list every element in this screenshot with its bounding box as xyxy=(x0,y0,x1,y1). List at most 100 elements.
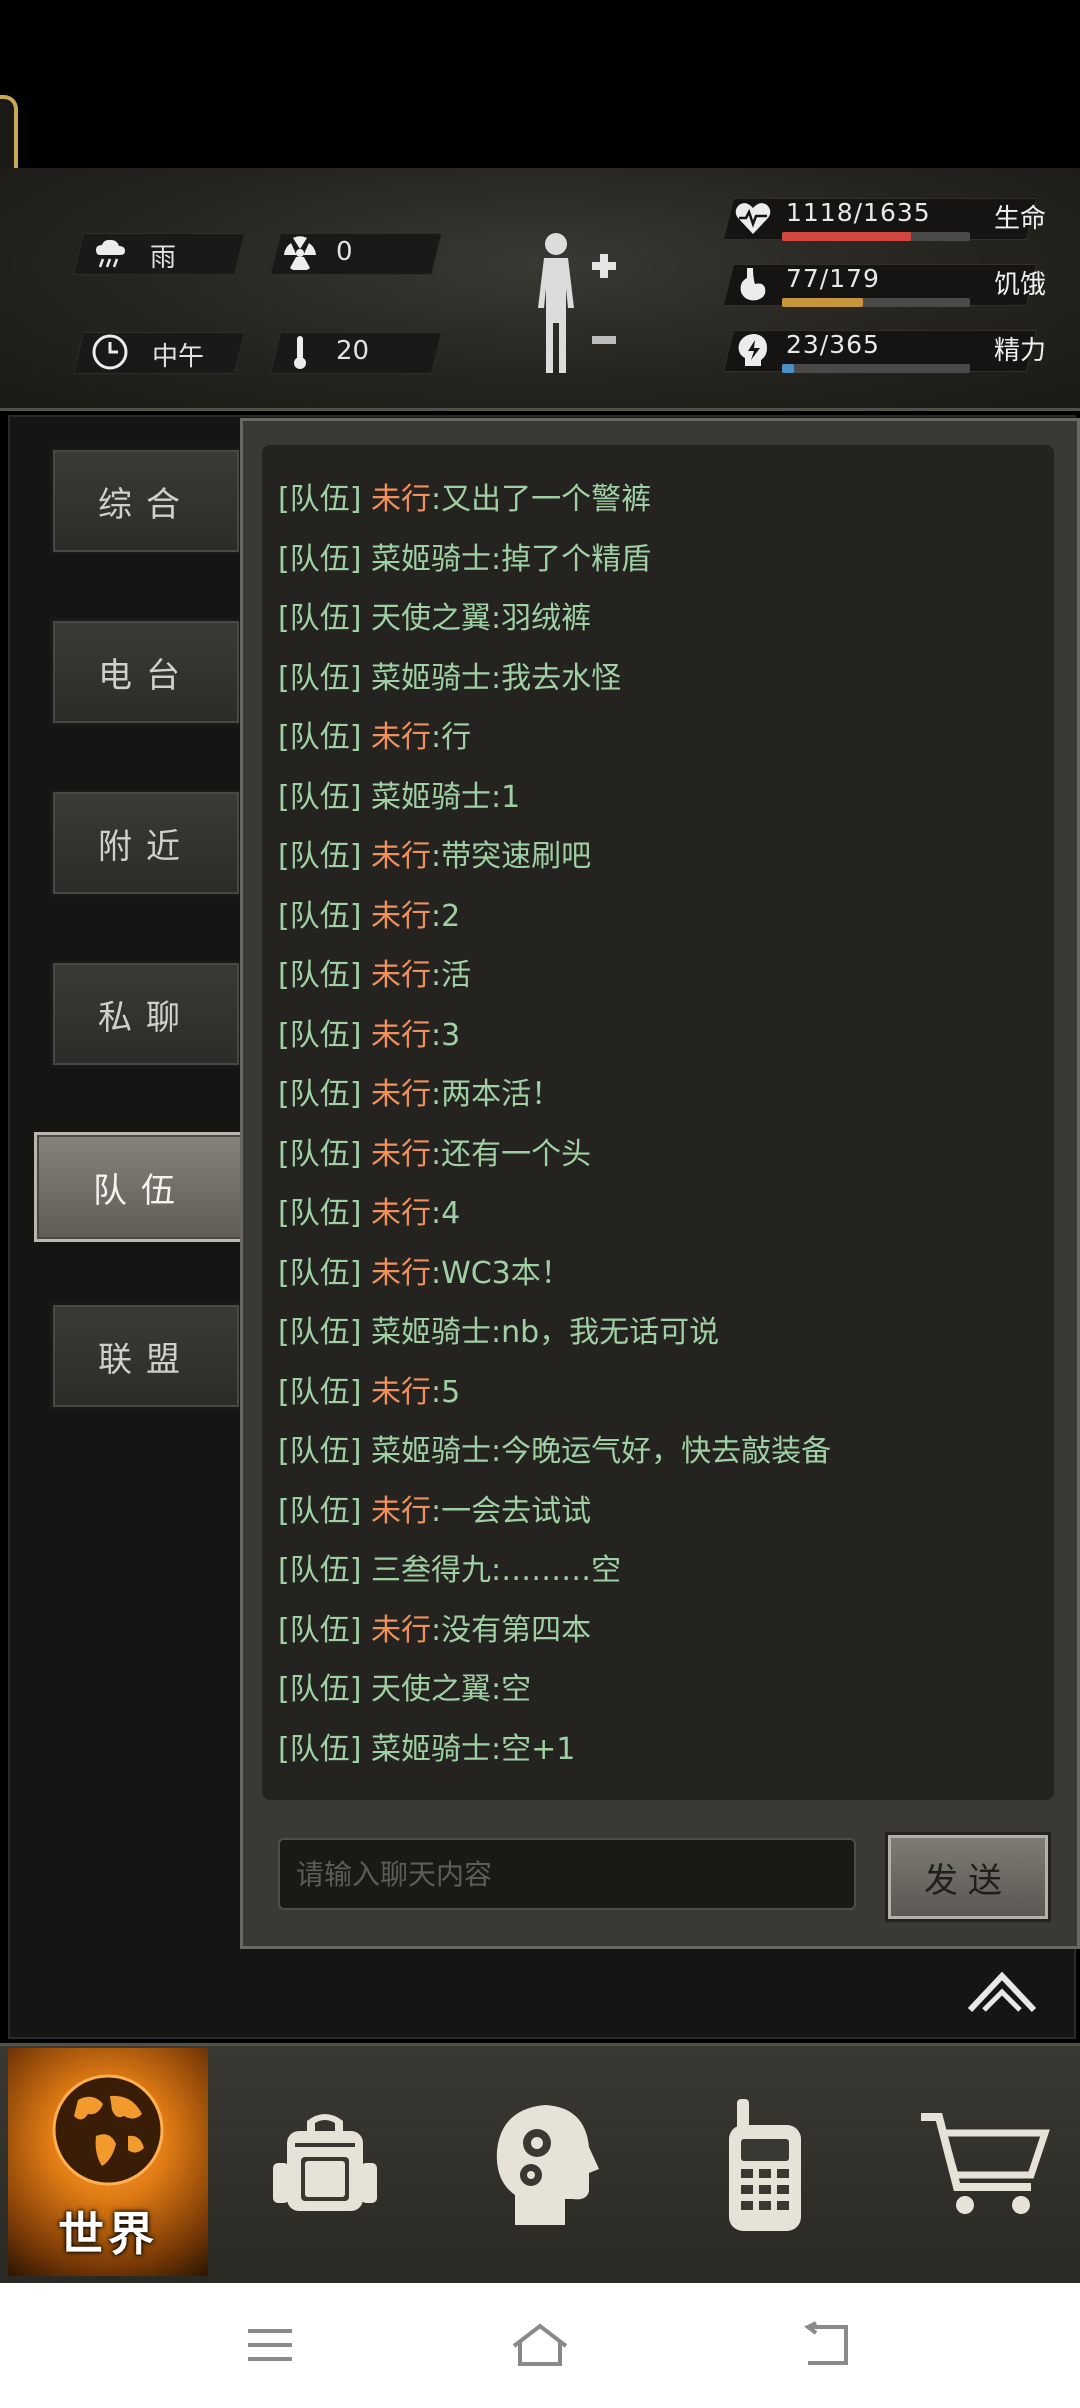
sender-name[interactable]: 菜姬骑士 xyxy=(371,1315,491,1350)
chat-message[interactable]: [队伍] 天使之翼:羽绒裤 xyxy=(278,599,591,639)
message-text: :带突速刷吧 xyxy=(430,839,592,874)
world-label: 世界 xyxy=(58,2207,158,2261)
radiation-icon xyxy=(280,233,320,273)
temperature-value: 20 xyxy=(336,336,370,366)
stomach-icon xyxy=(733,264,773,304)
channel-tag: [队伍] xyxy=(278,958,362,993)
message-text: :还有一个头 xyxy=(430,1136,592,1172)
channel-tag: [队伍] xyxy=(278,541,362,577)
energy-label: 精力 xyxy=(994,336,1047,366)
channel-tag: [队伍] xyxy=(278,1077,362,1112)
channel-tag: [队伍] xyxy=(278,1196,362,1231)
chat-message[interactable]: [队伍] 未行:行 xyxy=(278,718,471,758)
chat-message[interactable]: [队伍] 天使之翼:空 xyxy=(278,1670,531,1710)
message-list[interactable] xyxy=(262,445,1054,1800)
chat-message[interactable]: [队伍] 未行:3 xyxy=(278,1016,460,1056)
body-status-button[interactable] xyxy=(520,228,630,378)
sender-name[interactable]: 三叁得九 xyxy=(371,1553,491,1588)
channel-tag: [队伍] xyxy=(278,1017,362,1053)
chat-message[interactable]: [队伍] 菜姬骑士:1 xyxy=(278,778,520,818)
chat-message[interactable]: [队伍] 菜姬骑士:掉了个精盾 xyxy=(278,540,651,580)
sender-name[interactable]: 未行 xyxy=(371,1256,431,1291)
sender-name[interactable]: 天使之翼 xyxy=(371,1672,491,1707)
collapse-icon[interactable] xyxy=(966,1966,1038,2016)
hunger-fill xyxy=(782,298,863,307)
message-text: :空 xyxy=(490,1672,532,1707)
channel-tag: [队伍] xyxy=(278,1731,362,1767)
chat-message[interactable]: [队伍] 未行:又出了一个警裤 xyxy=(278,480,651,520)
nav-world[interactable]: 世界 xyxy=(8,2048,208,2276)
sender-name[interactable]: 未行 xyxy=(371,958,431,993)
message-text: :nb，我无话可说 xyxy=(490,1315,720,1350)
message-text: :2 xyxy=(430,898,461,934)
channel-tag: [队伍] xyxy=(278,1136,362,1172)
back-icon[interactable] xyxy=(780,2300,870,2390)
sender-name[interactable]: 天使之翼 xyxy=(371,601,491,636)
tab-private[interactable]: 私聊 xyxy=(50,960,242,1068)
sender-name[interactable]: 菜姬骑士 xyxy=(371,661,491,696)
sender-name[interactable]: 菜姬骑士 xyxy=(371,1732,491,1767)
message-text: :5 xyxy=(430,1374,461,1410)
sender-name[interactable]: 未行 xyxy=(371,482,431,517)
chat-message[interactable]: [队伍] 未行:2 xyxy=(278,897,460,937)
sender-name[interactable]: 未行 xyxy=(371,1494,431,1529)
chat-message[interactable]: [队伍] 菜姬骑士:我去水怪 xyxy=(278,659,621,699)
message-text: :又出了一个警裤 xyxy=(430,482,652,517)
energy-value: 23/365 xyxy=(786,330,880,359)
message-text: :没有第四本 xyxy=(430,1612,592,1648)
channel-tag: [队伍] xyxy=(278,1434,362,1469)
chat-message[interactable]: [队伍] 未行:4 xyxy=(278,1194,460,1234)
channel-tag: [队伍] xyxy=(278,779,362,815)
tab-radio[interactable]: 电台 xyxy=(50,618,242,726)
chat-input[interactable] xyxy=(278,1838,856,1910)
channel-tag: [队伍] xyxy=(278,1672,362,1707)
sender-name[interactable]: 未行 xyxy=(371,1613,431,1648)
chat-message[interactable]: [队伍] 未行:没有第四本 xyxy=(278,1611,591,1651)
sender-name[interactable]: 未行 xyxy=(371,1196,431,1231)
chat-message[interactable]: [队伍] 未行:WC3本！ xyxy=(278,1254,571,1294)
clock-icon xyxy=(90,332,130,372)
tab-general[interactable]: 综合 xyxy=(50,447,242,555)
sender-name[interactable]: 菜姬骑士 xyxy=(371,1434,491,1469)
message-text: :1 xyxy=(490,779,521,815)
channel-tag: [队伍] xyxy=(278,720,362,755)
nav-radio[interactable] xyxy=(670,2070,860,2260)
heart-icon xyxy=(733,198,773,238)
sender-name[interactable]: 未行 xyxy=(371,839,431,874)
tab-nearby[interactable]: 附近 xyxy=(50,789,242,897)
message-text: :两本活！ xyxy=(430,1077,562,1112)
nav-shop[interactable] xyxy=(890,2070,1080,2260)
nav-skills[interactable] xyxy=(450,2070,640,2260)
sender-name[interactable]: 菜姬骑士 xyxy=(371,780,491,815)
menu-icon[interactable] xyxy=(225,2300,315,2390)
weather-value: 雨 xyxy=(150,243,177,273)
sender-name[interactable]: 菜姬骑士 xyxy=(371,542,491,577)
message-text: :今晚运气好，快去敲装备 xyxy=(490,1434,832,1469)
chat-message[interactable]: [队伍] 未行:活 xyxy=(278,956,471,996)
chat-message[interactable]: [队伍] 未行:还有一个头 xyxy=(278,1135,591,1175)
sender-name[interactable]: 未行 xyxy=(371,1137,431,1172)
chat-message[interactable]: [队伍] 三叁得九:………空 xyxy=(278,1551,621,1591)
sender-name[interactable]: 未行 xyxy=(371,1375,431,1410)
tab-alliance[interactable]: 联盟 xyxy=(50,1302,242,1410)
hunger-track xyxy=(782,298,970,307)
message-text: :空+1 xyxy=(490,1731,576,1767)
sender-name[interactable]: 未行 xyxy=(371,1018,431,1053)
tab-team[interactable]: 队伍 xyxy=(34,1132,248,1242)
chat-message[interactable]: [队伍] 未行:5 xyxy=(278,1373,460,1413)
life-value: 1118/1635 xyxy=(786,198,931,227)
sender-name[interactable]: 未行 xyxy=(371,720,431,755)
nav-backpack[interactable] xyxy=(230,2070,420,2260)
chat-message[interactable]: [队伍] 未行:一会去试试 xyxy=(278,1492,591,1532)
message-text: :一会去试试 xyxy=(430,1493,592,1529)
skills-head-icon xyxy=(496,2105,599,2225)
sender-name[interactable]: 未行 xyxy=(371,899,431,934)
chat-message[interactable]: [队伍] 菜姬骑士:nb，我无话可说 xyxy=(278,1313,719,1353)
chat-message[interactable]: [队伍] 菜姬骑士:今晚运气好，快去敲装备 xyxy=(278,1432,831,1472)
chat-message[interactable]: [队伍] 未行:带突速刷吧 xyxy=(278,837,591,877)
home-icon[interactable] xyxy=(495,2300,585,2390)
send-button[interactable]: 发送 xyxy=(888,1835,1048,1919)
chat-message[interactable]: [队伍] 未行:两本活！ xyxy=(278,1075,561,1115)
sender-name[interactable]: 未行 xyxy=(371,1077,431,1112)
chat-message[interactable]: [队伍] 菜姬骑士:空+1 xyxy=(278,1730,575,1770)
